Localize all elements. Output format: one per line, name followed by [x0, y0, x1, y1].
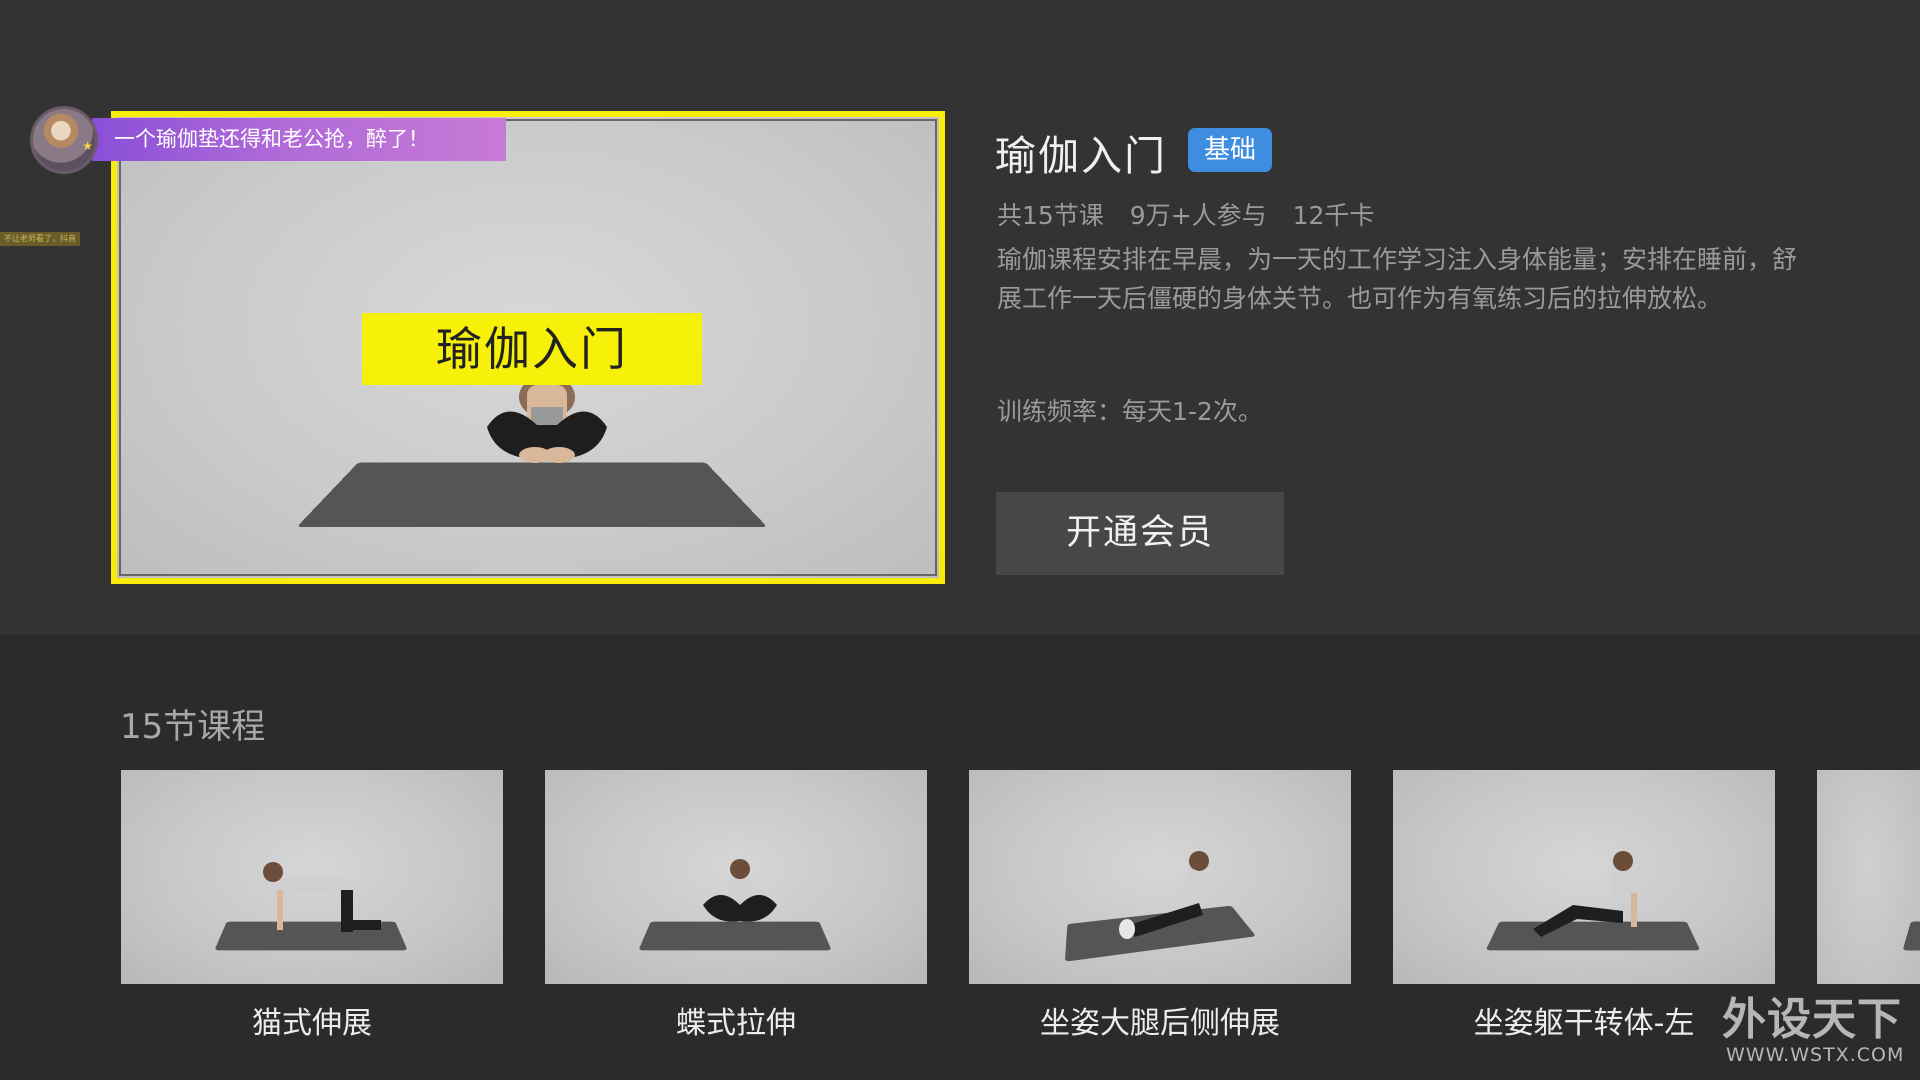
lessons-section: 15节课程 猫式伸展 蝶式拉伸 坐姿大腿后侧伸展 坐姿躯干转体-左: [0, 635, 1920, 1080]
participant-count: 9万+人参与: [1129, 201, 1267, 230]
lesson-thumbnail: [545, 770, 927, 984]
lesson-label: 蝶式拉伸: [676, 1006, 796, 1041]
lesson-thumbnail: [969, 770, 1351, 984]
lesson-label: 坐姿躯干转体-左: [1473, 1006, 1695, 1041]
lesson-card[interactable]: 坐姿大腿后侧伸展: [969, 770, 1351, 1042]
watermark-en: WWW.WSTX.COM: [1726, 1044, 1905, 1066]
danmaku-comment: 一个瑜伽垫还得和老公抢，醉了！: [92, 118, 506, 161]
lesson-card[interactable]: 坐姿躯干转体-左: [1393, 770, 1775, 1042]
course-preview-video[interactable]: 瑜伽入门: [111, 111, 945, 584]
lesson-card[interactable]: 蝶式拉伸: [545, 770, 927, 1042]
training-frequency: 训练频率：每天1-2次。: [997, 397, 1263, 426]
video-title-overlay: 瑜伽入门: [362, 313, 702, 385]
user-avatar: ★: [30, 106, 98, 174]
site-watermark: 外设天下 WWW.WSTX.COM: [1722, 994, 1905, 1066]
lesson-thumbnail: [121, 770, 503, 984]
course-title: 瑜伽入门: [995, 132, 1167, 180]
watermark-cn: 外设天下: [1722, 994, 1902, 1045]
join-membership-button[interactable]: 开通会员: [996, 492, 1284, 575]
calorie-count: 12千卡: [1292, 201, 1375, 230]
star-icon: ★: [82, 139, 93, 153]
lesson-thumbnail: [1393, 770, 1775, 984]
level-badge: 基础: [1188, 128, 1272, 172]
lesson-card[interactable]: 猫式伸展: [121, 770, 503, 1042]
lesson-label: 猫式伸展: [252, 1006, 372, 1041]
lesson-count: 共15节课: [997, 201, 1104, 230]
yoga-figure-illustration: [487, 375, 607, 463]
course-stats: 共15节课 9万+人参与 12千卡: [997, 196, 1392, 232]
side-danmaku-tag: 不让老师看了，抖音: [0, 232, 80, 246]
course-header-section: 不让老师看了，抖音 瑜伽入门 ★ 一个瑜伽垫还得和老公抢，醉了！ 瑜伽入门 基础…: [0, 0, 1920, 635]
course-description: 瑜伽课程安排在早晨，为一天的工作学习注入身体能量；安排在睡前，舒展工作一天后僵硬…: [997, 245, 1798, 313]
lessons-heading: 15节课程: [120, 707, 266, 747]
lesson-card-partial[interactable]: [1817, 770, 1920, 984]
lesson-label: 坐姿大腿后侧伸展: [1040, 1006, 1280, 1041]
